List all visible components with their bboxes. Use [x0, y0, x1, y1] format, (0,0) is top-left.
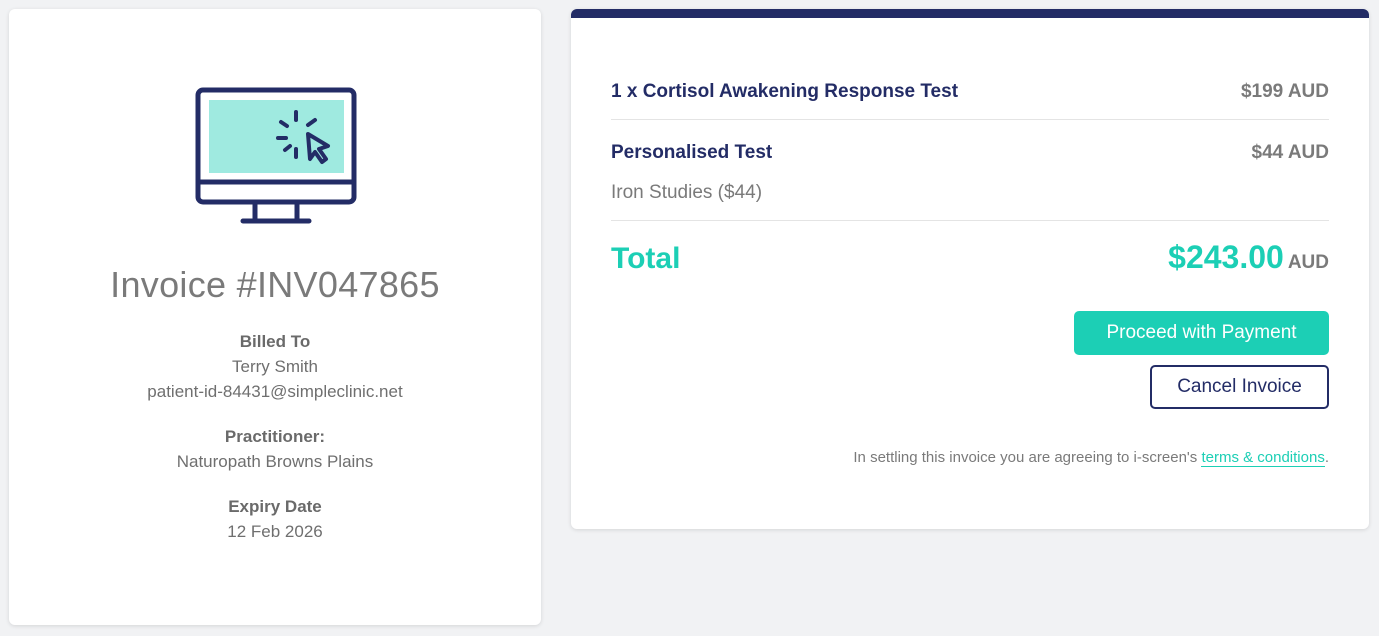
expiry-section: Expiry Date 12 Feb 2026: [9, 494, 541, 544]
billed-to-email: patient-id-84431@simpleclinic.net: [147, 382, 403, 401]
total-value: $243.00 AUD: [1168, 239, 1329, 276]
computer-click-icon: [195, 87, 357, 224]
divider: [611, 220, 1329, 221]
expiry-label: Expiry Date: [228, 497, 322, 516]
practitioner-label: Practitioner:: [224, 427, 326, 446]
order-summary-card: 1 x Cortisol Awakening Response Test $19…: [571, 9, 1369, 529]
proceed-with-payment-button[interactable]: Proceed with Payment: [1074, 311, 1329, 355]
line-item-price: $199 AUD: [1240, 81, 1329, 102]
line-item-name: 1 x Cortisol Awakening Response Test: [611, 81, 959, 102]
practitioner-name: Naturopath Browns Plains: [176, 452, 374, 471]
invoice-title: Invoice #INV047865: [110, 264, 440, 305]
total-currency: AUD: [1287, 252, 1329, 273]
terms-prefix: In settling this invoice you are agreein…: [853, 449, 1202, 466]
practitioner-section: Practitioner: Naturopath Browns Plains: [9, 424, 541, 474]
total-amount: $243.00: [1168, 239, 1284, 275]
invoice-summary-card: Invoice #INV047865 Billed To Terry Smith…: [9, 9, 541, 625]
card-accent-bar: [571, 9, 1369, 18]
cancel-invoice-button[interactable]: Cancel Invoice: [1150, 365, 1329, 409]
terms-conditions-link[interactable]: terms & conditions: [1201, 449, 1325, 467]
line-item-price: $44 AUD: [1251, 142, 1329, 163]
billed-to-name: Terry Smith: [232, 357, 318, 376]
terms-suffix: .: [1324, 449, 1329, 466]
line-item-detail: Iron Studies ($44): [611, 182, 763, 203]
line-item-name: Personalised Test: [611, 142, 773, 163]
expiry-value: 12 Feb 2026: [227, 522, 323, 541]
terms-notice: In settling this invoice you are agreein…: [853, 449, 1329, 467]
billed-to-section: Billed To Terry Smith patient-id-84431@s…: [9, 329, 541, 404]
divider: [611, 119, 1329, 120]
billed-to-label: Billed To: [239, 332, 311, 351]
total-label: Total: [611, 242, 681, 275]
